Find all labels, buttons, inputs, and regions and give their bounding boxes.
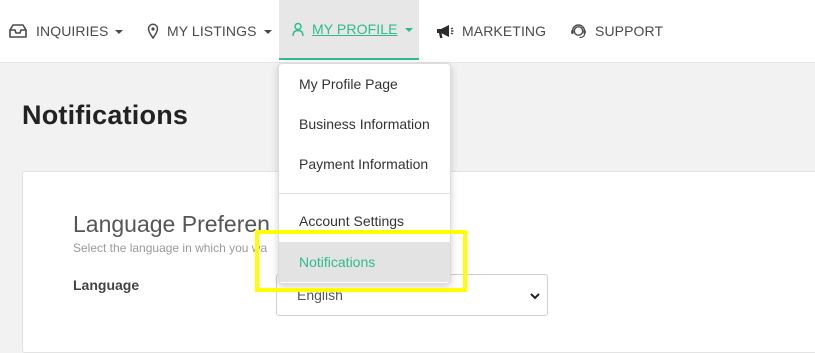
menu-item-business-information[interactable]: Business Information — [279, 104, 450, 144]
megaphone-icon — [435, 24, 454, 39]
chevron-down-icon — [529, 289, 541, 305]
nav-my-listings[interactable]: MY LISTINGS — [147, 0, 272, 62]
nav-support-label: SUPPORT — [595, 23, 664, 39]
nav-inquiries[interactable]: INQUIRIES — [8, 0, 124, 62]
nav-my-listings-label: MY LISTINGS — [167, 23, 257, 39]
top-navigation: INQUIRIES MY LISTINGS MY PROFILE MARKETI… — [0, 0, 815, 63]
page-title: Notifications — [22, 100, 189, 130]
menu-item-payment-information[interactable]: Payment Information — [279, 144, 450, 184]
nav-my-profile[interactable]: MY PROFILE — [279, 0, 419, 60]
language-section-subtitle: Select the language in which you wa — [73, 241, 268, 255]
language-field-label: Language — [73, 277, 140, 293]
menu-item-my-profile-page[interactable]: My Profile Page — [279, 64, 450, 104]
nav-marketing[interactable]: MARKETING — [435, 0, 546, 62]
inbox-icon — [8, 23, 28, 39]
map-pin-icon — [147, 23, 159, 39]
nav-inquiries-label: INQUIRIES — [36, 23, 109, 39]
language-section-title: Language Preferen — [73, 211, 270, 237]
user-icon — [292, 22, 304, 37]
chevron-down-icon — [115, 30, 124, 34]
nav-support[interactable]: SUPPORT — [570, 0, 663, 62]
chevron-down-icon — [404, 28, 413, 32]
menu-divider — [279, 193, 450, 194]
nav-my-profile-label: MY PROFILE — [312, 21, 398, 37]
nav-marketing-label: MARKETING — [462, 23, 547, 39]
chevron-down-icon — [263, 30, 272, 34]
menu-item-account-settings[interactable]: Account Settings — [279, 204, 450, 230]
headset-icon — [570, 23, 587, 39]
highlight-box — [255, 230, 467, 292]
